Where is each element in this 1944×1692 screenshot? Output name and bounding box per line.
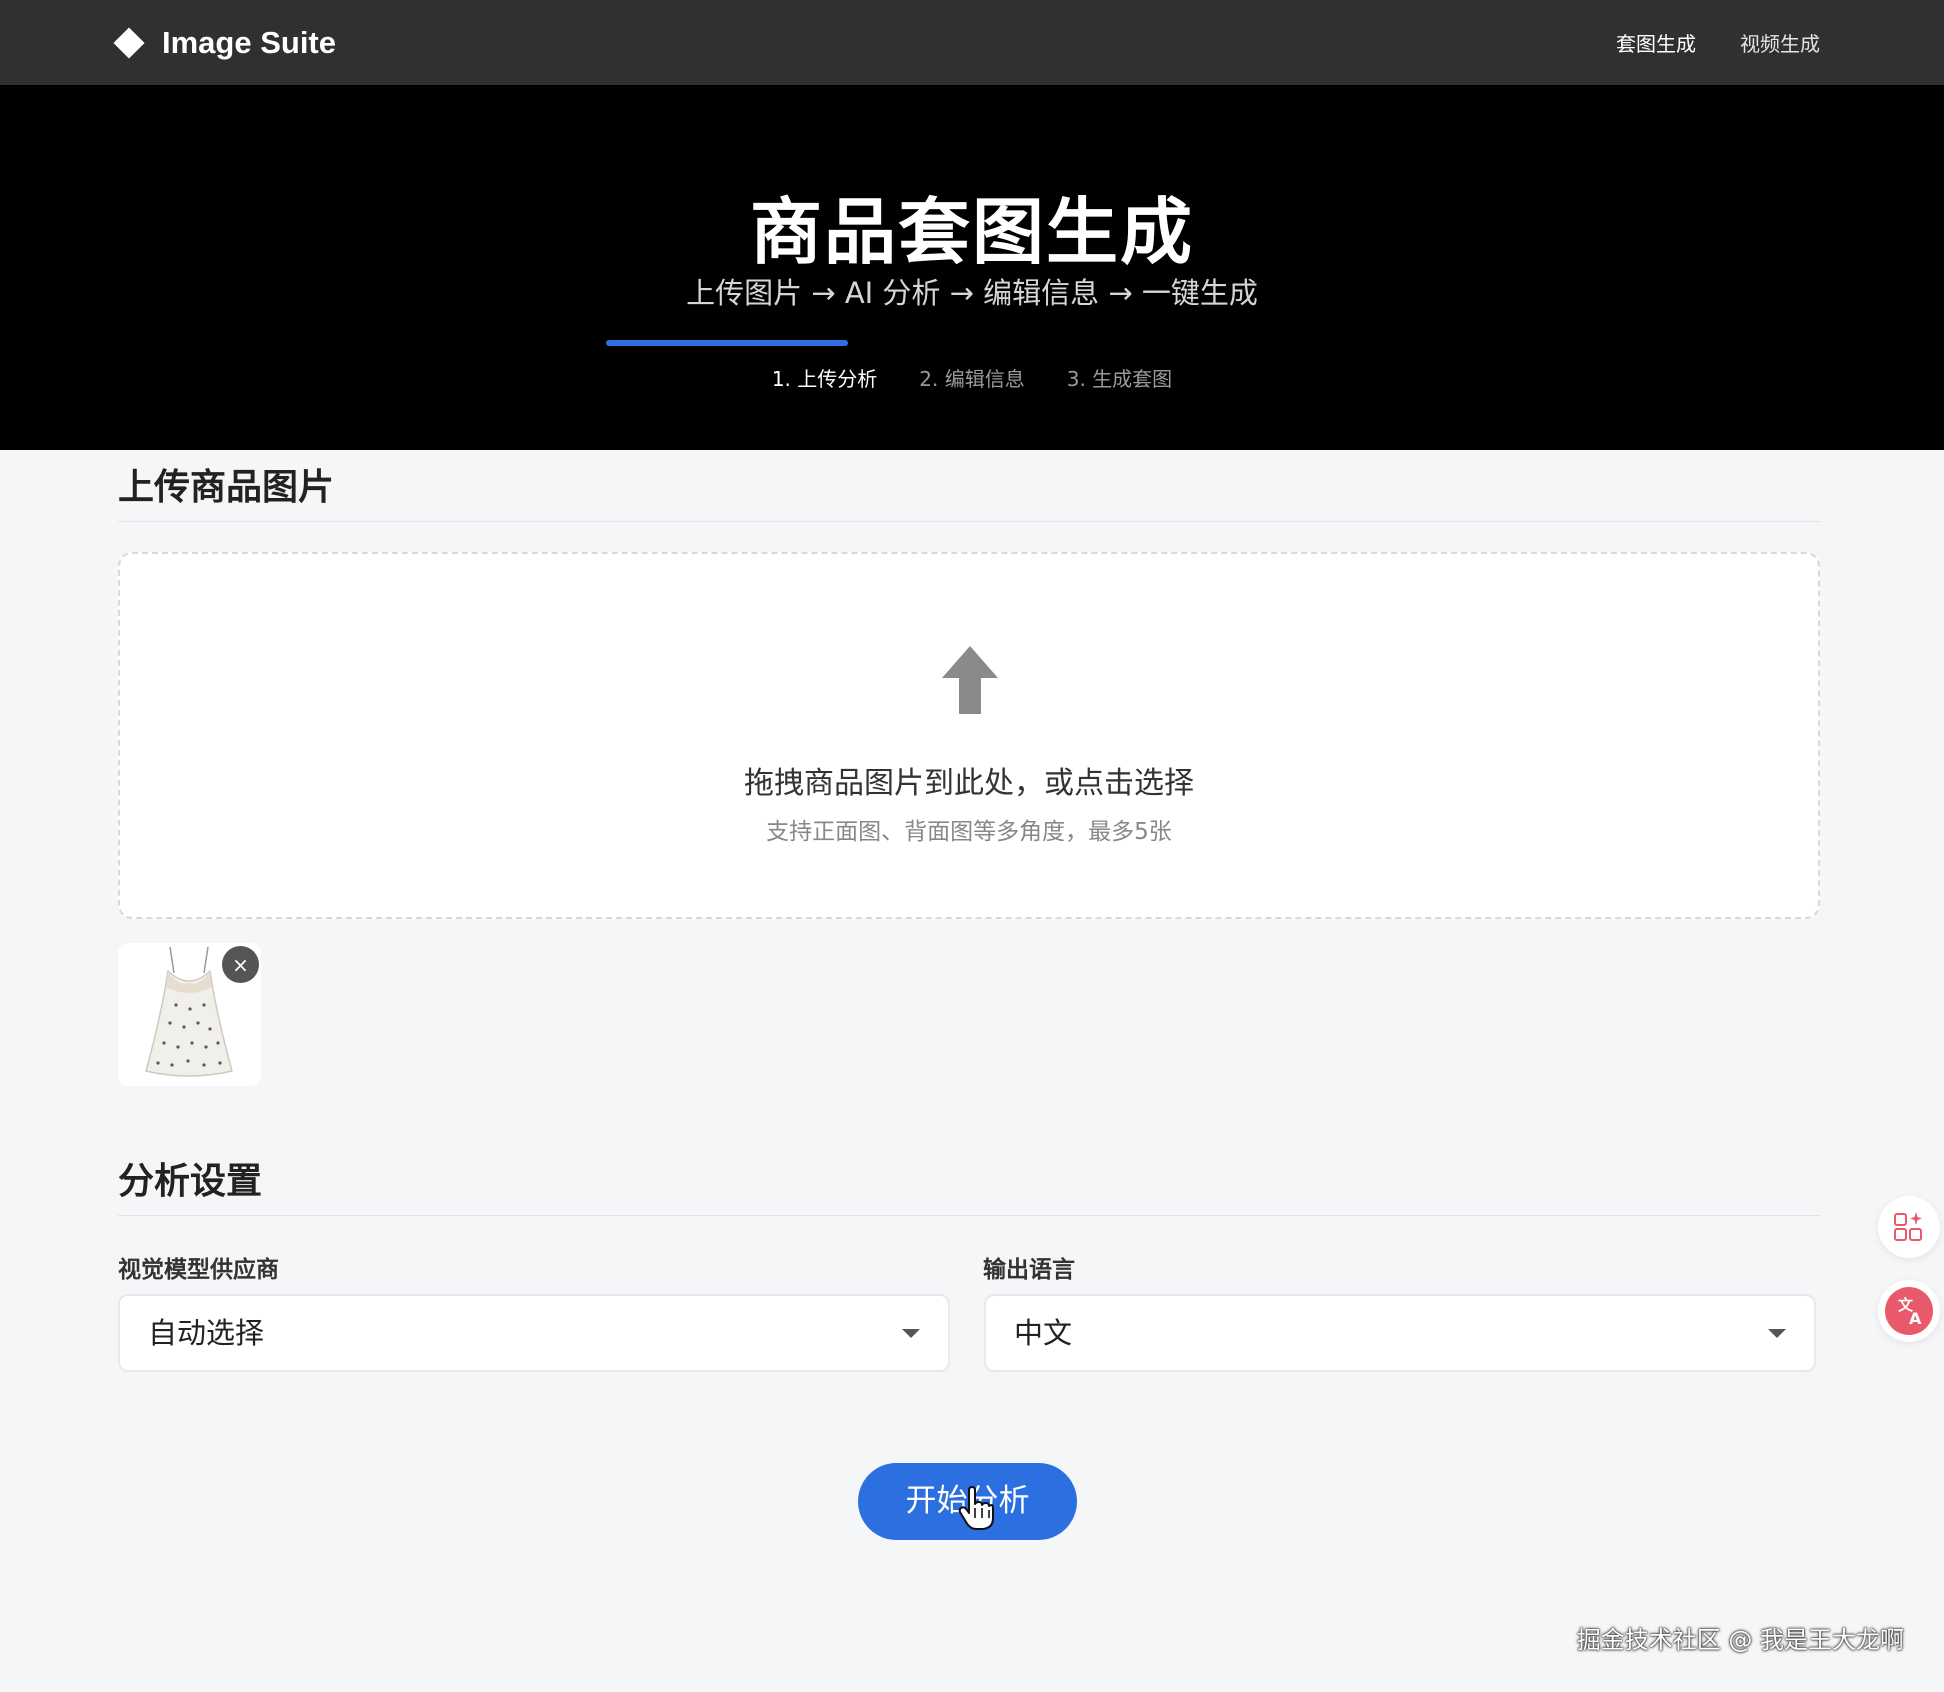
provider-select[interactable]: 自动选择 bbox=[118, 1294, 950, 1372]
nav-links: 套图生成 视频生成 bbox=[1616, 0, 1820, 85]
brand[interactable]: Image Suite bbox=[113, 0, 336, 85]
chevron-down-icon bbox=[1768, 1329, 1786, 1338]
settings-section-title: 分析设置 bbox=[118, 1161, 263, 1202]
section-divider bbox=[118, 521, 1820, 522]
uploaded-image-thumbnail[interactable]: × bbox=[118, 943, 261, 1086]
step-edit-info[interactable]: 2. 编辑信息 bbox=[919, 363, 1024, 392]
dropzone-instruction: 拖拽商品图片到此处，或点击选择 bbox=[744, 766, 1194, 801]
section-divider bbox=[118, 1215, 1820, 1216]
floating-apps-button[interactable] bbox=[1878, 1196, 1940, 1258]
floating-translate-button[interactable]: 文 A bbox=[1878, 1280, 1940, 1342]
page-subtitle: 上传图片 → AI 分析 → 编辑信息 → 一键生成 bbox=[686, 276, 1258, 310]
language-label: 输出语言 bbox=[983, 1257, 1075, 1283]
nav-link-image-set[interactable]: 套图生成 bbox=[1616, 28, 1696, 57]
remove-image-button[interactable]: × bbox=[222, 946, 259, 983]
provider-selected-value: 自动选择 bbox=[148, 1316, 265, 1350]
chevron-down-icon bbox=[902, 1329, 920, 1338]
svg-text:A: A bbox=[1909, 1309, 1922, 1328]
language-select[interactable]: 中文 bbox=[984, 1294, 1816, 1372]
language-selected-value: 中文 bbox=[1014, 1316, 1073, 1350]
watermark-text: 掘金技术社区 @ 我是王大龙啊 bbox=[1576, 1626, 1904, 1654]
apps-sparkle-icon bbox=[1894, 1212, 1922, 1241]
upload-arrow-icon bbox=[942, 646, 998, 714]
hero-banner: 商品套图生成 上传图片 → AI 分析 → 编辑信息 → 一键生成 1. 上传分… bbox=[0, 85, 1944, 450]
page-title: 商品套图生成 bbox=[749, 190, 1194, 274]
step-progress-indicator bbox=[606, 340, 848, 346]
provider-label: 视觉模型供应商 bbox=[118, 1257, 279, 1283]
top-navbar: Image Suite 套图生成 视频生成 bbox=[0, 0, 1944, 85]
upload-dropzone[interactable]: 拖拽商品图片到此处，或点击选择 支持正面图、背面图等多角度，最多5张 bbox=[118, 552, 1820, 919]
nav-link-video[interactable]: 视频生成 bbox=[1740, 28, 1820, 57]
diamond-logo-icon bbox=[113, 26, 145, 59]
step-upload-analyze[interactable]: 1. 上传分析 bbox=[772, 363, 877, 392]
brand-name: Image Suite bbox=[162, 24, 336, 60]
hand-pointer-cursor-icon bbox=[958, 1486, 994, 1530]
step-generate-set[interactable]: 3. 生成套图 bbox=[1067, 363, 1172, 392]
translate-icon: 文 A bbox=[1885, 1287, 1933, 1335]
upload-section-title: 上传商品图片 bbox=[118, 467, 335, 508]
dropzone-hint: 支持正面图、背面图等多角度，最多5张 bbox=[766, 819, 1172, 845]
step-tabs: 1. 上传分析 2. 编辑信息 3. 生成套图 bbox=[0, 363, 1944, 392]
